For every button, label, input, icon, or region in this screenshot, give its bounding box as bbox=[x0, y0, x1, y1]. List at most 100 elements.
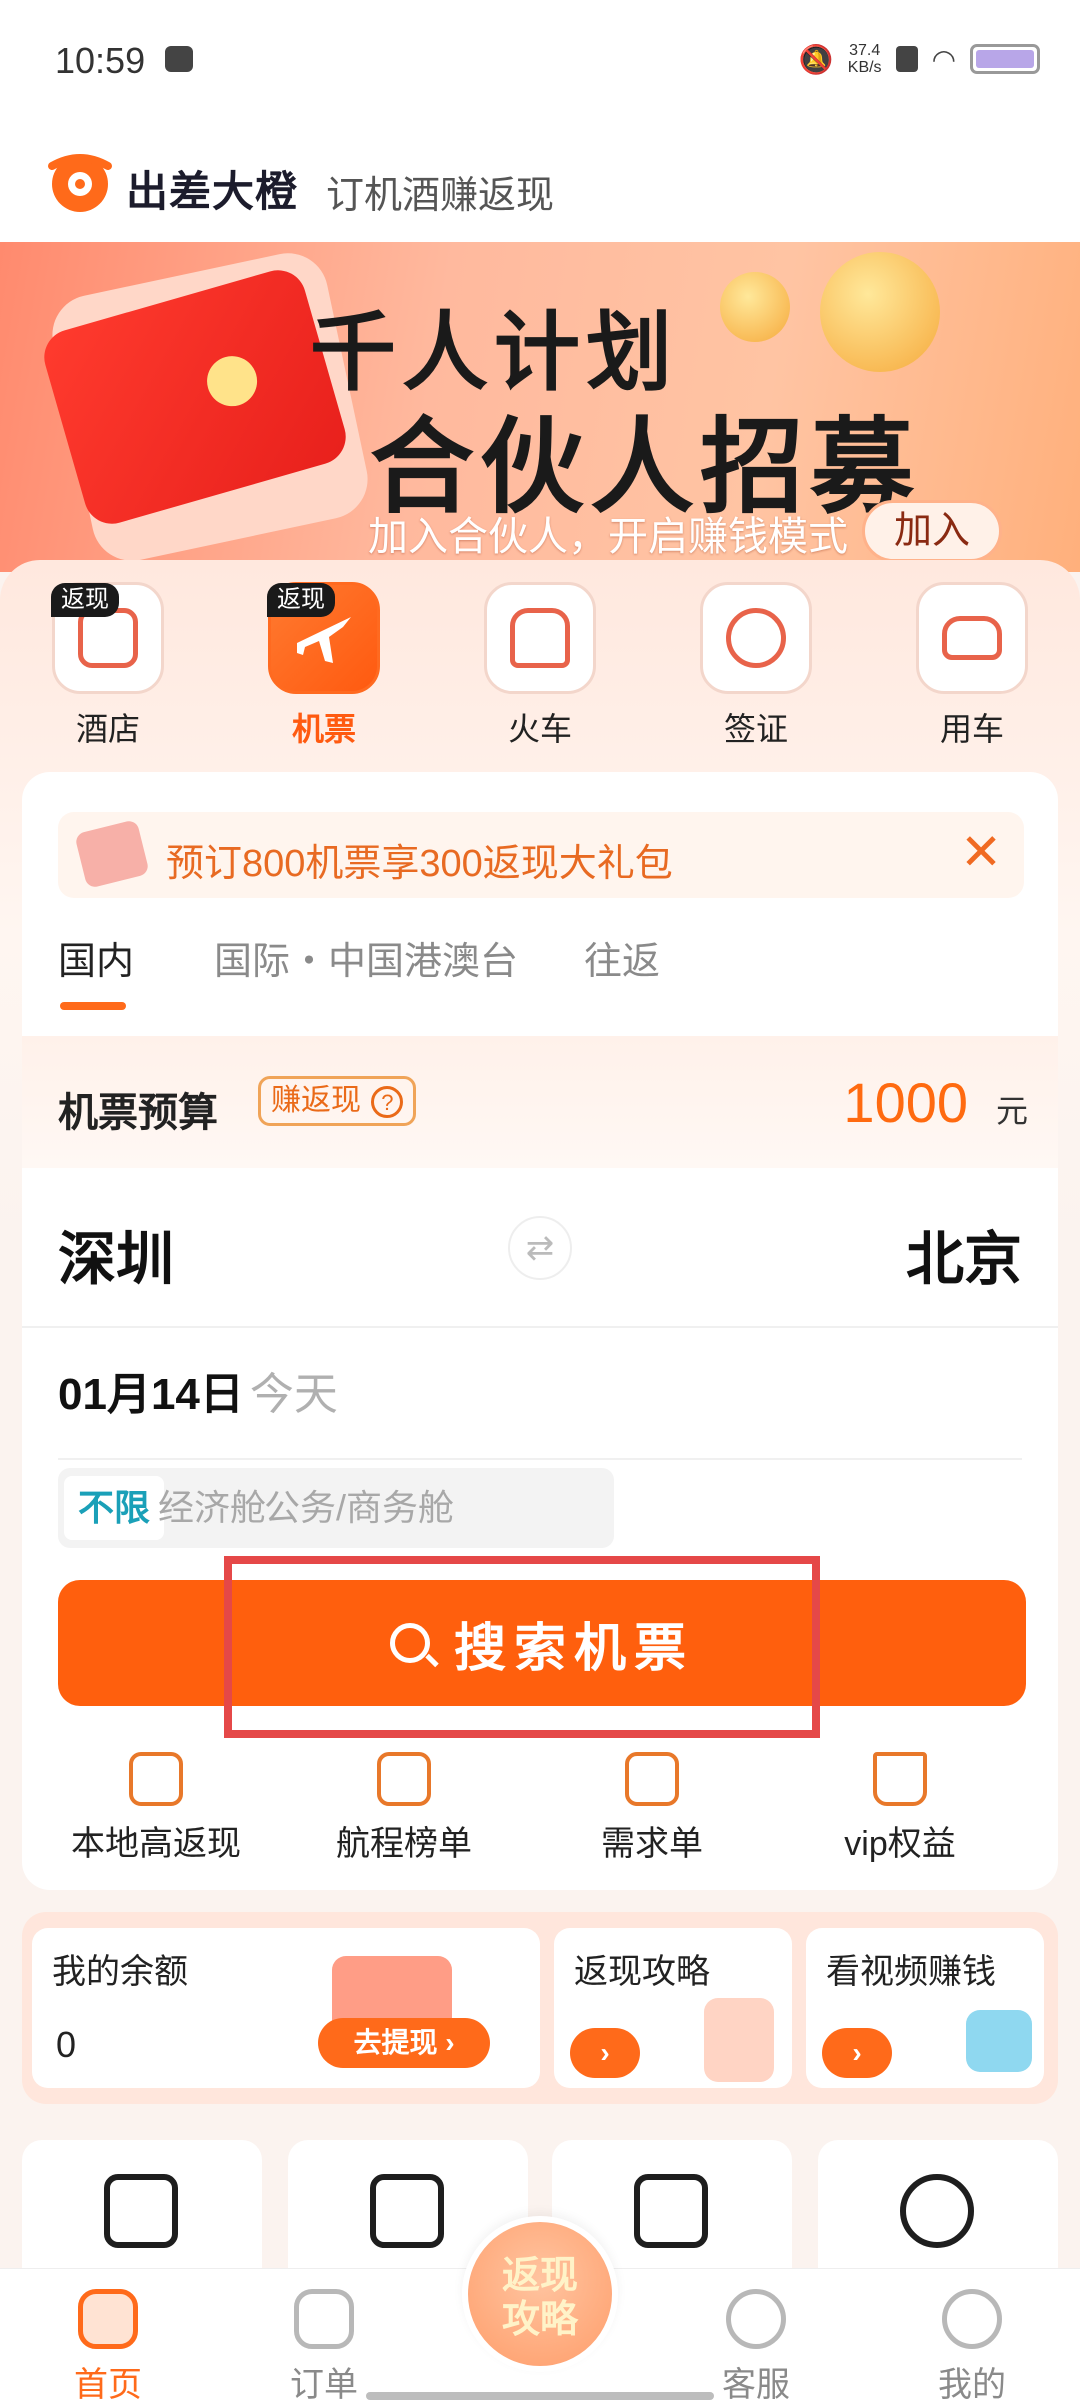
swap-cities-icon[interactable]: ⇄ bbox=[508, 1216, 572, 1280]
request-form-icon bbox=[625, 1752, 679, 1806]
budget-amount[interactable]: 1000 bbox=[843, 1070, 968, 1135]
earn-cashback-text: 赚返现 bbox=[271, 1084, 361, 1117]
coin-icon bbox=[720, 272, 790, 342]
category-car[interactable]: 用车 bbox=[916, 582, 1028, 750]
balance-title: 我的余额 bbox=[52, 1953, 188, 1991]
app-header: 出差大橙 订机酒赚返现 bbox=[0, 120, 1080, 242]
quick-link-label: 本地高返现 bbox=[71, 1825, 241, 1863]
budget-label: 机票预算 bbox=[58, 1091, 218, 1135]
center-button-line2: 攻略 bbox=[501, 2299, 578, 2341]
category-hotel[interactable]: 返现 酒店 bbox=[51, 582, 164, 750]
category-label: 酒店 bbox=[75, 711, 140, 747]
partner-recruit-banner[interactable]: 千人计划 合伙人招募 加入合伙人，开启赚钱模式 加入 bbox=[0, 242, 1080, 572]
date-selector[interactable]: 01月14日 今天 bbox=[58, 1358, 1022, 1460]
receipt-icon bbox=[704, 1998, 774, 2082]
airplane-icon: 返现 bbox=[267, 582, 380, 694]
orange-logo-icon bbox=[48, 154, 112, 212]
nav-label: 客服 bbox=[722, 2366, 790, 2404]
cashback-guide-arrow-button[interactable]: › bbox=[570, 2028, 640, 2078]
status-time: 10:59 bbox=[55, 40, 146, 81]
route-selector: 深圳 ⇄ 北京 bbox=[22, 1168, 1058, 1328]
nav-label: 首页 bbox=[74, 2366, 142, 2404]
category-label: 机票 bbox=[291, 711, 356, 747]
nav-orders[interactable]: 订单 bbox=[264, 2289, 384, 2406]
quick-link-label: 需求单 bbox=[601, 1825, 703, 1863]
quick-link-local-cashback[interactable]: 本地高返现 bbox=[36, 1752, 276, 1865]
quick-link-request[interactable]: 需求单 bbox=[532, 1752, 772, 1865]
cashback-badge: 返现 bbox=[267, 583, 335, 617]
vip-crown-icon bbox=[873, 1752, 927, 1806]
coin-icon bbox=[820, 252, 940, 372]
cashback-badge: 返现 bbox=[51, 583, 119, 617]
earn-cashback-tag[interactable]: 赚返现 ? bbox=[258, 1076, 417, 1126]
cashback-guide-title: 返现攻略 bbox=[574, 1953, 710, 1991]
home-indicator bbox=[366, 2392, 714, 2400]
nav-label: 我的 bbox=[938, 2366, 1006, 2404]
quick-link-vip[interactable]: vip权益 bbox=[780, 1752, 1020, 1865]
brand-name: 出差大橙 bbox=[126, 168, 299, 215]
category-label: 用车 bbox=[939, 711, 1004, 747]
budget-unit: 元 bbox=[995, 1093, 1028, 1129]
tab-domestic[interactable]: 国内 bbox=[58, 930, 134, 1010]
mute-icon: 🔕 bbox=[798, 43, 834, 75]
order-icon bbox=[294, 2289, 354, 2349]
train-icon bbox=[484, 582, 596, 694]
wifi-icon: ◠ bbox=[931, 43, 956, 75]
status-right: 🔕 37.4 KB/s ◠ bbox=[799, 42, 1040, 76]
quick-link-label: 航程榜单 bbox=[336, 1825, 472, 1863]
flight-budget-row[interactable]: 机票预算 赚返现 ? 1000 元 bbox=[22, 1036, 1058, 1168]
quick-link-ranking[interactable]: 航程榜单 bbox=[284, 1752, 524, 1865]
brand-slogan: 订机酒赚返现 bbox=[326, 175, 555, 217]
nav-profile[interactable]: 我的 bbox=[912, 2289, 1032, 2406]
help-icon: ? bbox=[371, 1086, 404, 1118]
coupon-icon bbox=[74, 819, 150, 889]
departure-city[interactable]: 深圳 bbox=[58, 1212, 174, 1296]
balance-card[interactable]: 我的余额 0 去提现 › bbox=[32, 1928, 540, 2088]
cashback-guide-center-button[interactable]: 返现 攻略 bbox=[462, 2216, 618, 2372]
qr-code-icon bbox=[370, 2174, 444, 2248]
quick-link-label: vip权益 bbox=[844, 1825, 956, 1863]
category-label: 火车 bbox=[507, 711, 572, 747]
category-visa[interactable]: 签证 bbox=[700, 582, 812, 750]
profile-icon bbox=[942, 2289, 1002, 2349]
category-label: 签证 bbox=[723, 711, 788, 747]
cabin-business[interactable]: 公务/商务舱 bbox=[250, 1476, 468, 1540]
passport-icon bbox=[700, 582, 812, 694]
video-earn-card[interactable]: 看视频赚钱 › bbox=[806, 1928, 1044, 2088]
network-speed: 37.4 KB/s bbox=[848, 42, 882, 76]
promo-bar[interactable]: 预订800机票享300返现大礼包 ✕ bbox=[58, 812, 1024, 898]
network-speed-value: 37.4 bbox=[849, 42, 881, 59]
invoice-icon bbox=[634, 2174, 708, 2248]
hotel-icon: 返现 bbox=[51, 582, 164, 694]
tab-round-trip[interactable]: 往返 bbox=[584, 930, 660, 985]
tv-icon bbox=[966, 2010, 1032, 2072]
nav-home[interactable]: 首页 bbox=[48, 2289, 168, 2406]
join-button[interactable]: 加入 bbox=[862, 500, 1002, 562]
close-icon[interactable]: ✕ bbox=[960, 824, 1002, 880]
mascot-icon bbox=[900, 2174, 974, 2248]
cashback-guide-card[interactable]: 返现攻略 › bbox=[554, 1928, 792, 2088]
banner-subtitle: 加入合伙人，开启赚钱模式 bbox=[368, 515, 848, 559]
status-bar: 10:59 🔕 37.4 KB/s ◠ bbox=[0, 0, 1080, 120]
battery-icon bbox=[970, 44, 1040, 74]
message-notification-icon bbox=[165, 46, 193, 72]
video-earn-arrow-button[interactable]: › bbox=[822, 2028, 892, 2078]
calculator-icon bbox=[104, 2174, 178, 2248]
highlight-box bbox=[224, 1556, 820, 1738]
arrival-city[interactable]: 北京 bbox=[906, 1212, 1022, 1296]
network-speed-unit: KB/s bbox=[847, 59, 882, 76]
category-flight[interactable]: 返现 机票 bbox=[267, 582, 380, 750]
chat-icon bbox=[726, 2289, 786, 2349]
video-earn-title: 看视频赚钱 bbox=[826, 1953, 996, 1991]
category-train[interactable]: 火车 bbox=[484, 582, 596, 750]
sim-icon bbox=[895, 46, 918, 72]
center-button-line1: 返现 bbox=[501, 2255, 578, 2297]
withdraw-button[interactable]: 去提现 › bbox=[318, 2018, 490, 2068]
balance-value: 0 bbox=[56, 2024, 77, 2065]
tab-international[interactable]: 国际・中国港澳台 bbox=[214, 930, 518, 985]
car-icon bbox=[916, 582, 1028, 694]
promo-text: 预订800机票享300返现大礼包 bbox=[166, 843, 673, 885]
departure-date: 01月14日 bbox=[58, 1370, 244, 1419]
home-icon bbox=[78, 2289, 138, 2349]
nav-customer-service[interactable]: 客服 bbox=[696, 2289, 816, 2406]
